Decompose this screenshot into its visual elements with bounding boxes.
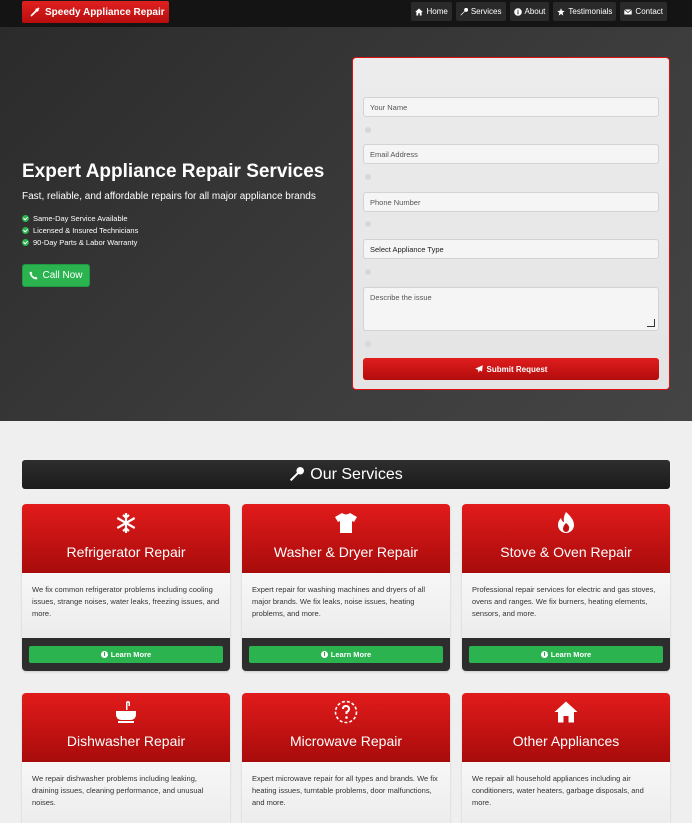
nav-home[interactable]: Home	[411, 2, 452, 21]
comment-icon	[365, 341, 371, 347]
nav-links: Home Services About Testimonials Contact	[411, 2, 667, 21]
nav-about[interactable]: About	[509, 2, 550, 21]
question-circle-icon	[334, 700, 358, 724]
user-icon	[365, 127, 371, 133]
email-input[interactable]: Email Address	[363, 144, 659, 164]
envelope-icon	[624, 8, 633, 14]
nav-services[interactable]: Services	[455, 2, 506, 21]
info-icon	[540, 651, 548, 658]
snowflake-icon	[114, 511, 138, 535]
wrench-icon	[460, 7, 468, 15]
paper-plane-icon	[474, 365, 483, 373]
feature-list: Same-Day Service Available Licensed & In…	[22, 212, 138, 248]
service-title: Dishwasher Repair	[66, 733, 186, 749]
phone-icon	[365, 221, 371, 227]
shirt-icon	[334, 511, 358, 535]
star-icon	[557, 7, 566, 15]
info-icon	[320, 651, 328, 658]
sink-icon	[114, 700, 138, 724]
service-description: Expert microwave repair for all types an…	[242, 762, 450, 823]
service-card-refrigerator: Refrigerator Repair We fix common refrig…	[22, 504, 230, 671]
call-now-button[interactable]: Call Now	[22, 264, 90, 287]
flame-icon	[554, 511, 578, 535]
service-title: Microwave Repair	[289, 733, 403, 749]
info-icon	[100, 651, 108, 658]
learn-more-button[interactable]: Learn More	[469, 646, 663, 663]
check-circle-icon	[22, 226, 29, 234]
service-description: We repair all household appliances inclu…	[462, 762, 670, 823]
feature-item: Licensed & Insured Technicians	[22, 224, 138, 236]
check-circle-icon	[22, 214, 29, 222]
learn-more-button[interactable]: Learn More	[249, 646, 443, 663]
house-icon	[554, 700, 578, 724]
appliance-type-select[interactable]: Select Appliance Type	[363, 239, 659, 259]
check-circle-icon	[22, 238, 29, 246]
brand-name: Speedy Appliance Repair	[45, 6, 165, 18]
navbar: Speedy Appliance Repair Home Services Ab…	[0, 0, 692, 27]
service-card-stove-oven: Stove & Oven Repair Professional repair …	[462, 504, 670, 671]
hero-title: Expert Appliance Repair Services	[22, 161, 325, 182]
service-title: Refrigerator Repair	[66, 544, 186, 560]
brand-logo[interactable]: Speedy Appliance Repair	[22, 1, 169, 23]
learn-more-button[interactable]: Learn More	[29, 646, 223, 663]
nav-contact[interactable]: Contact	[620, 2, 667, 21]
hero-subtitle: Fast, reliable, and affordable repairs f…	[22, 191, 316, 202]
envelope-icon	[365, 174, 371, 180]
home-icon	[415, 8, 424, 15]
service-title: Stove & Oven Repair	[500, 544, 632, 560]
resize-handle-icon[interactable]	[647, 319, 655, 327]
name-input[interactable]: Your Name	[363, 97, 659, 117]
tools-icon	[30, 7, 40, 17]
service-description: We repair dishwasher problems including …	[22, 762, 230, 823]
issue-textarea[interactable]: Describe the issue	[363, 287, 659, 331]
phone-icon	[29, 271, 39, 280]
service-card-microwave: Microwave Repair Expert microwave repair…	[242, 693, 450, 823]
service-description: We fix common refrigerator problems incl…	[22, 573, 230, 638]
service-title: Washer & Dryer Repair	[273, 544, 419, 560]
wrench-icon	[290, 467, 305, 482]
service-card-washer-dryer: Washer & Dryer Repair Expert repair for …	[242, 504, 450, 671]
phone-input[interactable]: Phone Number	[363, 192, 659, 212]
repair-request-form: Your Name Email Address Phone Number Sel…	[352, 57, 670, 390]
submit-request-button[interactable]: Submit Request	[363, 358, 659, 380]
service-description: Professional repair services for electri…	[462, 573, 670, 638]
feature-item: 90-Day Parts & Labor Warranty	[22, 236, 138, 248]
nav-testimonials[interactable]: Testimonials	[553, 2, 617, 21]
hero-section: Expert Appliance Repair Services Fast, r…	[0, 27, 692, 421]
service-title: Other Appliances	[512, 733, 620, 749]
service-card-dishwasher: Dishwasher Repair We repair dishwasher p…	[22, 693, 230, 823]
service-card-other: Other Appliances We repair all household…	[462, 693, 670, 823]
info-icon	[513, 7, 522, 16]
tools-icon	[365, 269, 371, 275]
feature-item: Same-Day Service Available	[22, 212, 138, 224]
services-heading: Our Services	[22, 460, 670, 489]
service-description: Expert repair for washing machines and d…	[242, 573, 450, 638]
